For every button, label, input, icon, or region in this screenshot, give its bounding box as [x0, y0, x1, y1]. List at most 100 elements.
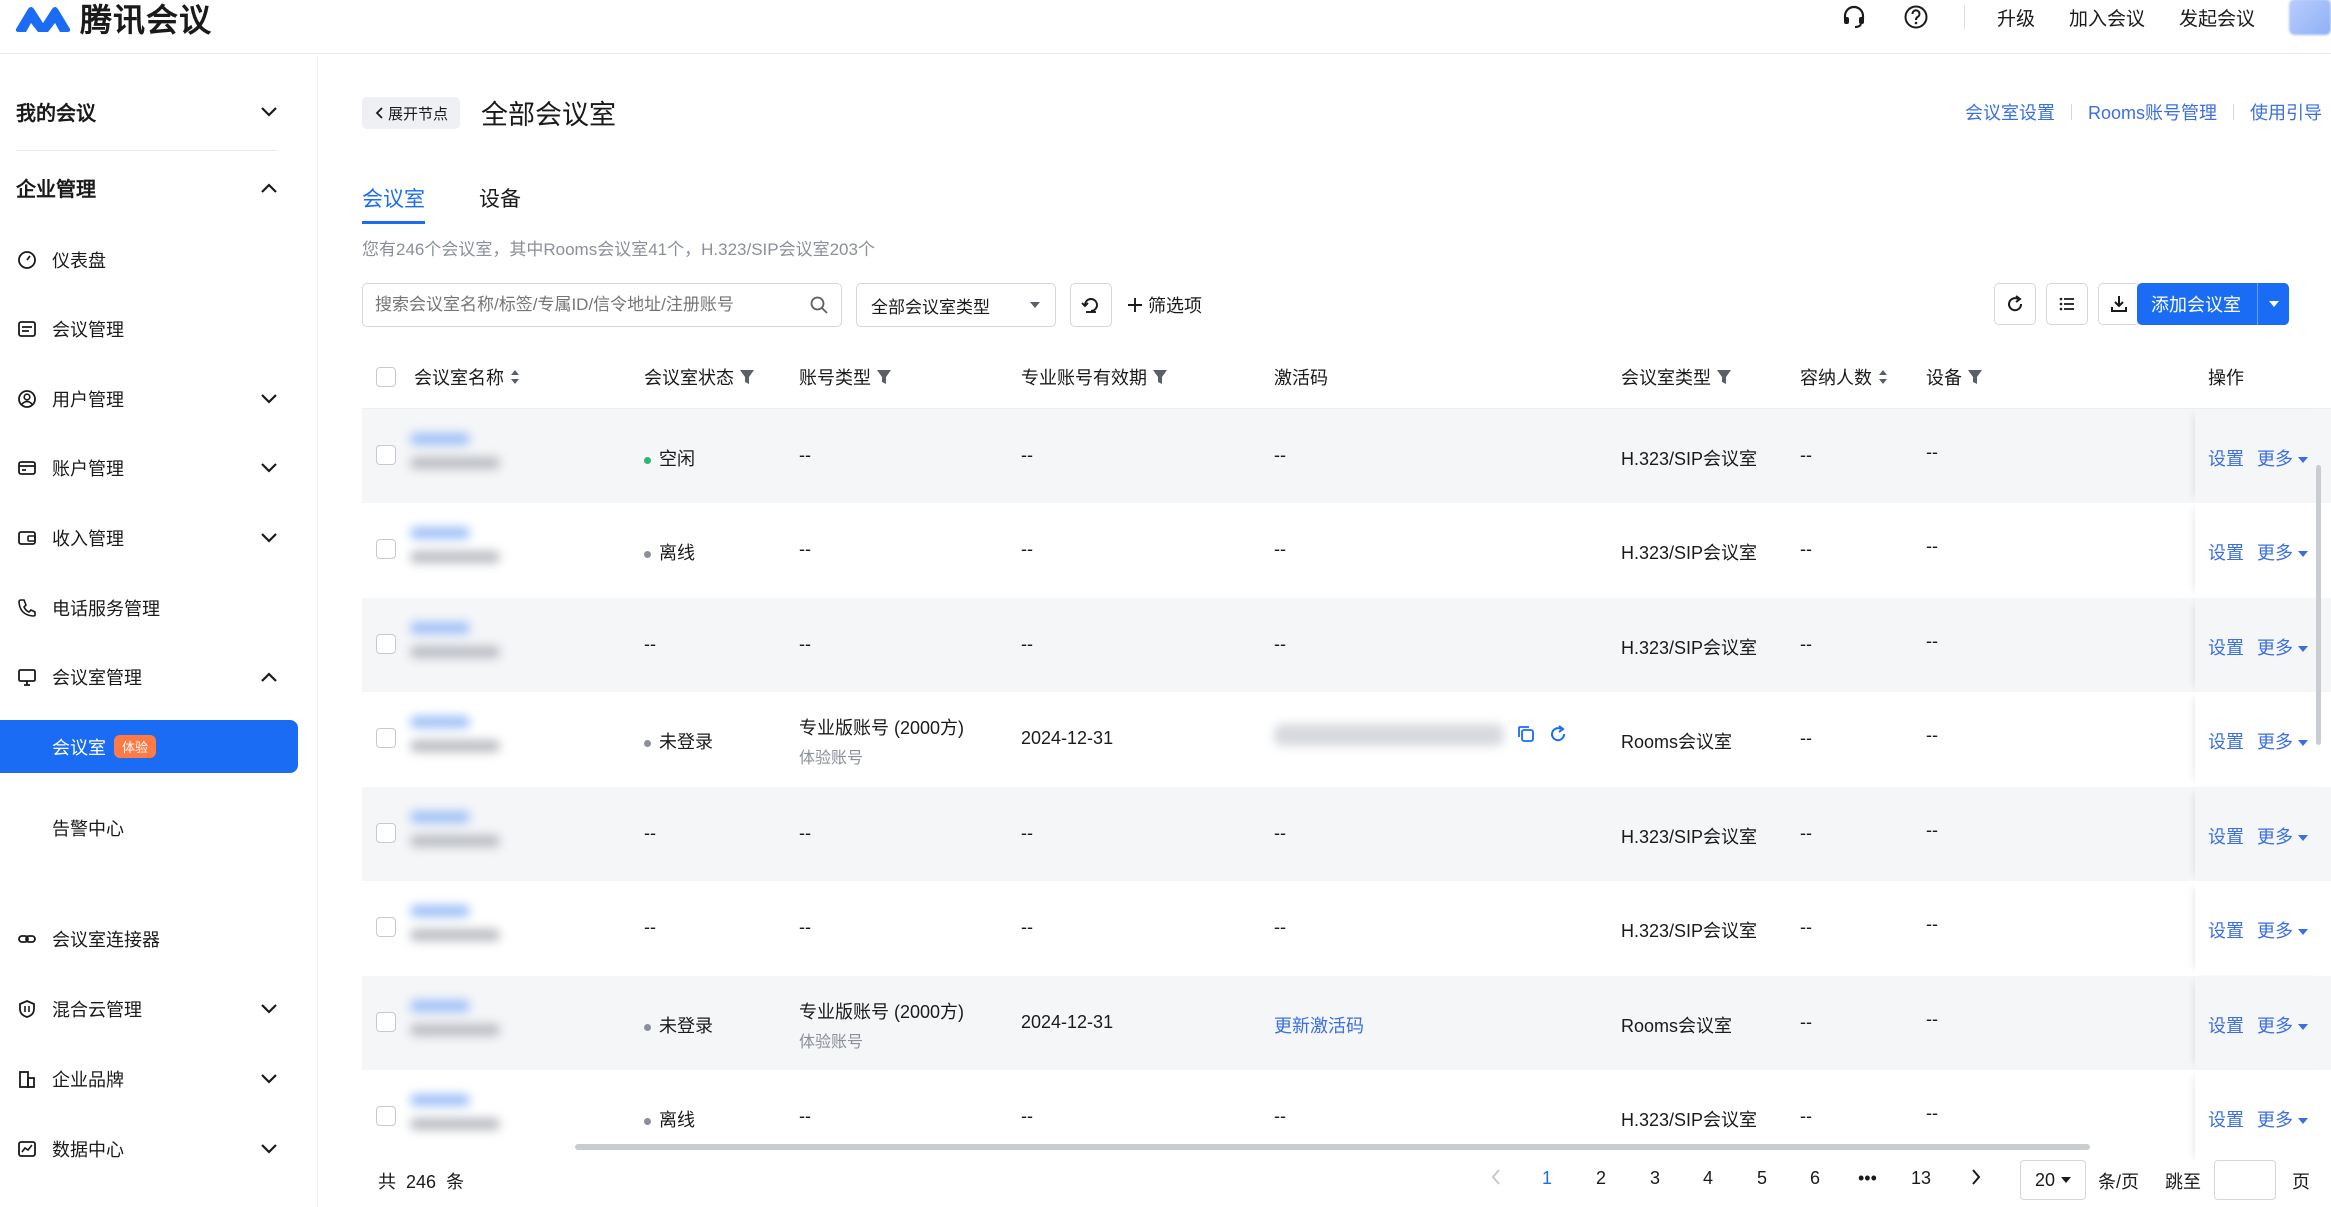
filter-button[interactable]: 筛选项 [1126, 283, 1202, 327]
row-checkbox[interactable] [376, 917, 396, 937]
page-size-select[interactable]: 20 [2020, 1160, 2086, 1200]
more-dropdown[interactable]: 更多 [2257, 634, 2308, 660]
expand-nodes-button[interactable]: 展开节点 [362, 97, 461, 129]
settings-link[interactable]: 设置 [2208, 634, 2244, 660]
more-dropdown[interactable]: 更多 [2257, 445, 2308, 471]
settings-link[interactable]: 设置 [2208, 1012, 2244, 1038]
search-input[interactable] [375, 295, 809, 315]
room-name-blurred[interactable] [402, 710, 552, 762]
more-dropdown[interactable]: 更多 [2257, 1012, 2308, 1038]
more-dropdown[interactable]: 更多 [2257, 728, 2308, 754]
settings-link[interactable]: 设置 [2208, 917, 2244, 943]
table-row[interactable]: -- -- -- -- H.323/SIP会议室 -- -- 设置 更多 [362, 598, 2331, 692]
more-dropdown[interactable]: 更多 [2257, 917, 2308, 943]
add-room-dropdown[interactable] [2257, 283, 2289, 325]
sidebar-item-user-management[interactable]: 用户管理 [16, 381, 278, 417]
settings-link[interactable]: 设置 [2208, 728, 2244, 754]
headset-icon[interactable] [1840, 3, 1868, 31]
activation-code[interactable]: 更新激活码 [1274, 1016, 1364, 1036]
table-row[interactable]: 离线 -- -- -- H.323/SIP会议室 -- -- 设置 更多 [362, 503, 2331, 597]
page-2[interactable]: 2 [1596, 1168, 1606, 1189]
column-header-account-type[interactable]: 账号类型 [799, 345, 891, 409]
sidebar-group-enterprise[interactable]: 企业管理 [16, 173, 278, 202]
download-button[interactable] [2098, 283, 2140, 325]
next-page-icon[interactable] [1970, 1168, 1982, 1191]
reset-button[interactable] [1070, 283, 1112, 327]
avatar[interactable] [2289, 0, 2331, 35]
vertical-scrollbar[interactable] [2316, 465, 2321, 745]
column-header-expiry[interactable]: 专业账号有效期 [1021, 345, 1167, 409]
room-name-blurred[interactable] [402, 427, 552, 479]
room-name-blurred[interactable] [402, 1088, 552, 1140]
select-all-checkbox[interactable] [376, 367, 396, 387]
more-dropdown[interactable]: 更多 [2257, 1106, 2308, 1132]
room-name-blurred[interactable] [402, 616, 552, 668]
tab-devices[interactable]: 设备 [479, 183, 521, 224]
room-name-blurred[interactable] [402, 521, 552, 573]
sidebar-item-dashboard[interactable]: 仪表盘 [16, 242, 278, 278]
filter-icon[interactable] [1717, 369, 1731, 385]
filter-icon[interactable] [1968, 369, 1982, 385]
page-3[interactable]: 3 [1650, 1168, 1660, 1189]
row-checkbox[interactable] [376, 539, 396, 559]
sort-icon[interactable] [1878, 369, 1888, 385]
start-meeting-link[interactable]: 发起会议 [2179, 4, 2255, 31]
row-checkbox[interactable] [376, 634, 396, 654]
join-meeting-link[interactable]: 加入会议 [2069, 4, 2145, 31]
sidebar-item-alarm-center[interactable]: 告警中心 [52, 815, 124, 841]
sidebar-item-brand[interactable]: 企业品牌 [16, 1061, 278, 1097]
settings-link[interactable]: 设置 [2208, 1106, 2244, 1132]
settings-link[interactable]: 设置 [2208, 823, 2244, 849]
table-row[interactable]: -- -- -- -- H.323/SIP会议室 -- -- 设置 更多 [362, 881, 2331, 975]
refresh-button[interactable] [1994, 283, 2036, 325]
room-name-blurred[interactable] [402, 805, 552, 857]
sidebar-item-room-connector[interactable]: 会议室连接器 [16, 921, 278, 957]
app-logo[interactable]: 腾讯会议 [14, 0, 212, 38]
filter-icon[interactable] [1153, 369, 1167, 385]
page-13[interactable]: 13 [1911, 1168, 1931, 1189]
room-settings-link[interactable]: 会议室设置 [1965, 99, 2055, 125]
sidebar-item-rooms[interactable]: 会议室 体验 [0, 720, 298, 773]
column-header-room-type[interactable]: 会议室类型 [1621, 345, 1731, 409]
sidebar-item-room-management[interactable]: 会议室管理 [16, 659, 278, 695]
row-checkbox[interactable] [376, 445, 396, 465]
table-row[interactable]: 空闲 -- -- -- H.323/SIP会议室 -- -- 设置 更多 [362, 409, 2331, 503]
sidebar-item-hybrid-cloud[interactable]: 混合云管理 [16, 991, 278, 1027]
add-room-button[interactable]: 添加会议室 [2137, 283, 2289, 325]
copy-icon[interactable] [1516, 724, 1536, 744]
sidebar-item-phone-service[interactable]: 电话服务管理 [16, 590, 278, 626]
row-checkbox[interactable] [376, 728, 396, 748]
room-name-blurred[interactable] [402, 899, 552, 951]
jump-page-input[interactable] [2214, 1160, 2276, 1200]
page-6[interactable]: 6 [1810, 1168, 1820, 1189]
column-header-device[interactable]: 设备 [1926, 345, 1982, 409]
table-row[interactable]: -- -- -- -- H.323/SIP会议室 -- -- 设置 更多 [362, 787, 2331, 881]
horizontal-scrollbar[interactable] [575, 1144, 2090, 1150]
column-header-status[interactable]: 会议室状态 [644, 345, 754, 409]
row-checkbox[interactable] [376, 1106, 396, 1126]
column-header-capacity[interactable]: 容纳人数 [1800, 345, 1888, 409]
rooms-account-link[interactable]: Rooms账号管理 [2088, 99, 2217, 125]
more-dropdown[interactable]: 更多 [2257, 539, 2308, 565]
page-ellipsis[interactable]: ••• [1858, 1168, 1877, 1189]
usage-guide-link[interactable]: 使用引导 [2250, 99, 2322, 125]
filter-icon[interactable] [877, 369, 891, 385]
sidebar-group-my-meetings[interactable]: 我的会议 [16, 97, 278, 126]
prev-page-icon[interactable] [1490, 1168, 1502, 1191]
table-row[interactable]: 未登录 专业版账号 (2000方) 体验账号 2024-12-31 更新激活码 Rooms… [362, 976, 2331, 1070]
page-1[interactable]: 1 [1542, 1168, 1552, 1189]
column-settings-button[interactable] [2046, 283, 2088, 325]
room-name-blurred[interactable] [402, 994, 552, 1046]
page-5[interactable]: 5 [1757, 1168, 1767, 1189]
column-header-name[interactable]: 会议室名称 [414, 345, 520, 409]
settings-link[interactable]: 设置 [2208, 445, 2244, 471]
sort-icon[interactable] [510, 369, 520, 385]
search-icon[interactable] [809, 295, 829, 315]
upgrade-link[interactable]: 升级 [1997, 4, 2035, 31]
row-checkbox[interactable] [376, 823, 396, 843]
settings-link[interactable]: 设置 [2208, 539, 2244, 565]
more-dropdown[interactable]: 更多 [2257, 823, 2308, 849]
row-checkbox[interactable] [376, 1012, 396, 1032]
filter-icon[interactable] [740, 369, 754, 385]
tab-rooms[interactable]: 会议室 [362, 183, 425, 224]
